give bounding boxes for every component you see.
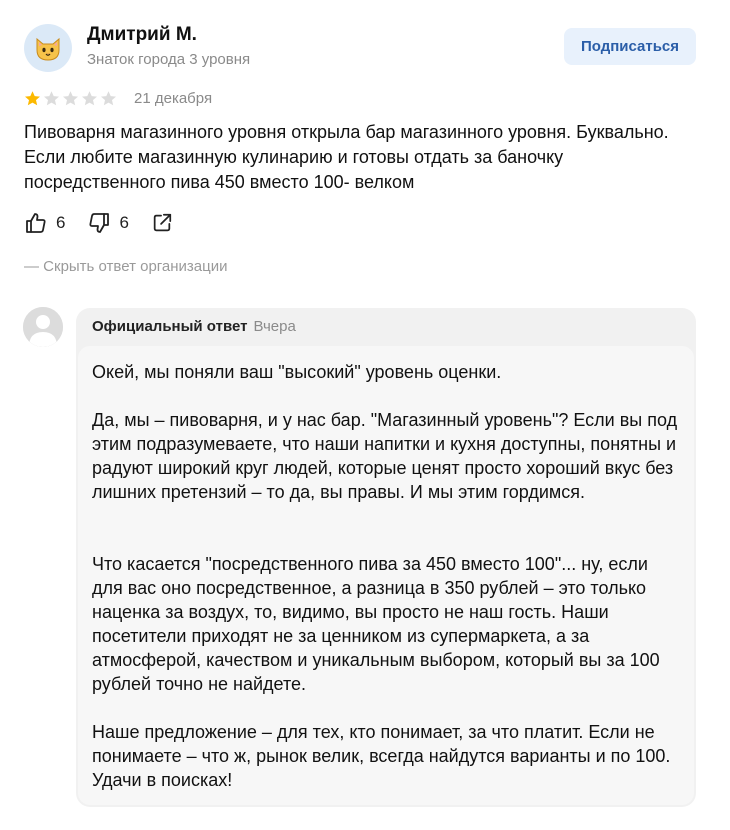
hide-reply-link[interactable]: — Скрыть ответ организации [24,258,228,275]
star-empty-icon [82,91,97,106]
review-reactions: 6 6 [24,211,195,235]
reply-paragraph: Наше предложение – для тех, кто понимает… [92,722,671,790]
subscribe-button[interactable]: Подписаться [564,28,696,65]
like-button[interactable]: 6 [24,211,65,235]
reply-paragraph: Да, мы – пивоварня, и у нас бар. "Магази… [92,410,678,502]
author-name[interactable]: Дмитрий М. [87,24,197,46]
star-empty-icon [101,91,116,106]
thumbs-down-icon [89,213,110,233]
reply-paragraph: Окей, мы поняли ваш "высокий" уровень оц… [92,362,502,382]
author-avatar[interactable] [24,24,72,72]
reply-header: Официальный ответ Вчера [92,318,296,335]
reply-date: Вчера [253,318,296,335]
review-text: Пивоварня магазинного уровня открыла бар… [24,122,669,192]
reply-label: Официальный ответ [92,318,248,335]
author-level: Знаток города 3 уровня [87,51,251,68]
default-user-icon [23,307,63,347]
official-reply: Официальный ответ Вчера Окей, мы поняли в… [76,308,696,807]
like-count: 6 [56,213,66,232]
dislike-count: 6 [119,213,129,232]
thumbs-up-icon [26,213,46,233]
rating-stars [24,90,117,107]
share-button[interactable] [151,212,173,234]
star-empty-icon [63,91,78,106]
reply-body: Окей, мы поняли ваш "высокий" уровень оц… [78,346,694,805]
cat-emoji-icon [36,37,60,61]
star-empty-icon [44,91,59,106]
review-date: 21 декабря [134,90,213,107]
share-icon [153,213,172,232]
star-filled-icon [25,91,40,106]
org-avatar [23,307,63,347]
dislike-button[interactable]: 6 [87,211,129,235]
reply-paragraph: Что касается "посредственного пива за 45… [92,554,660,694]
